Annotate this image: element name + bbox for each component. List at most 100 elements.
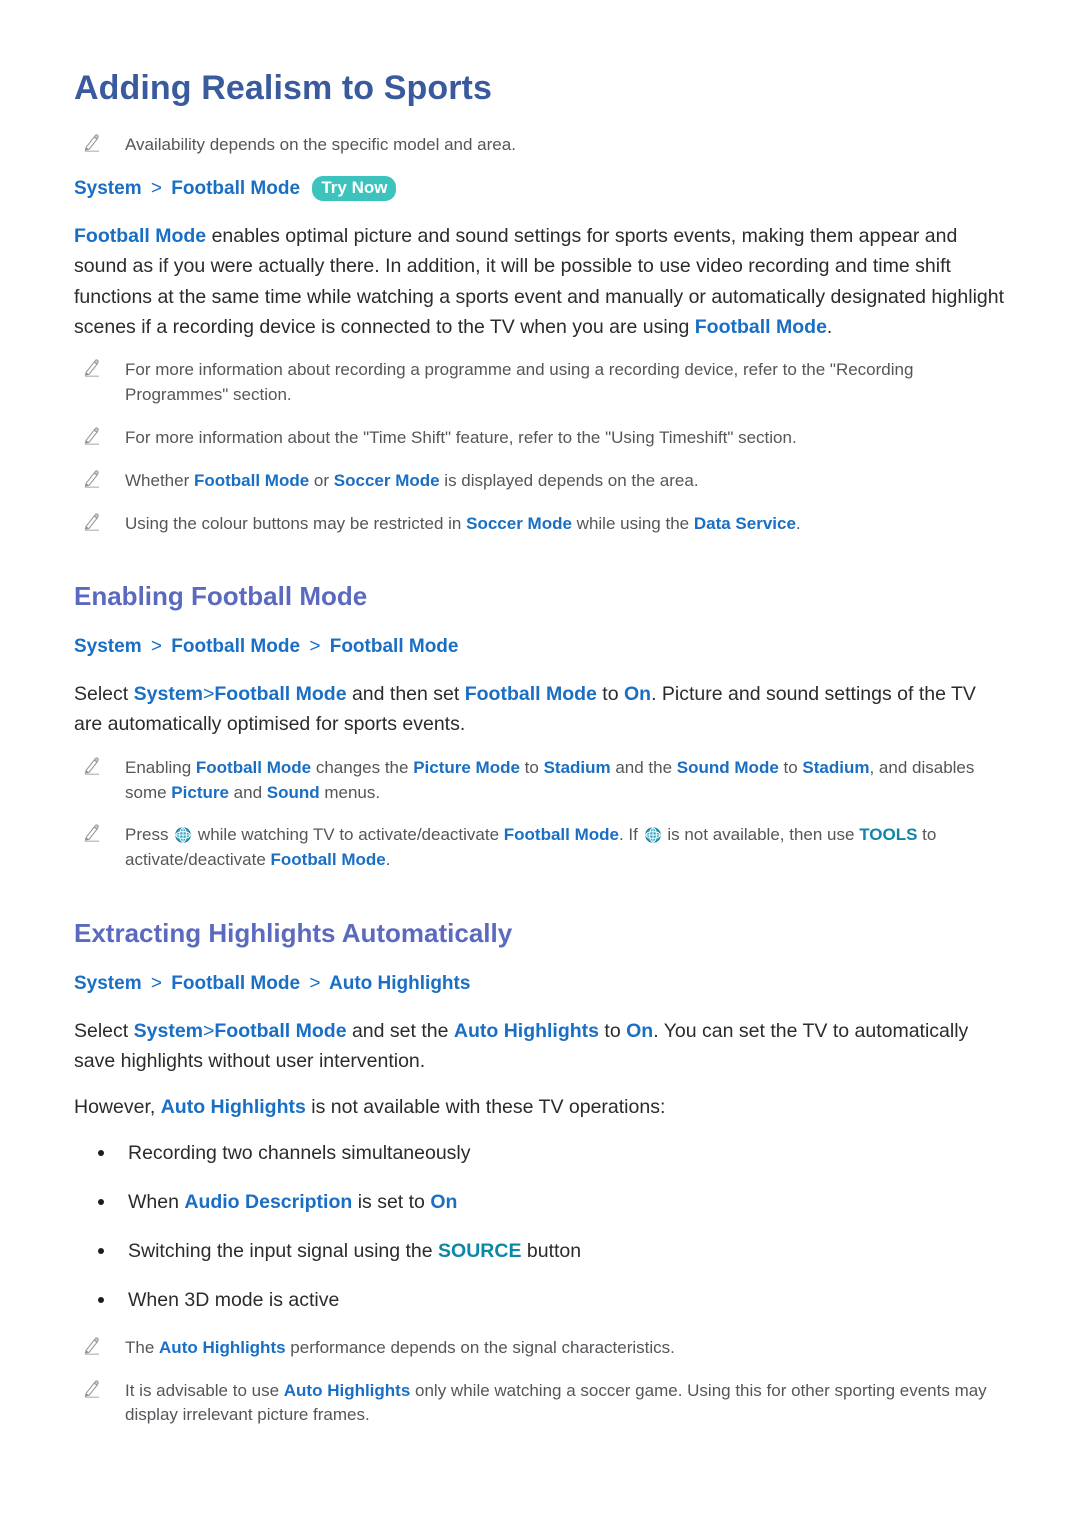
bullet-dot (98, 1198, 104, 1205)
keyword-football-mode: Football Mode (214, 1019, 347, 1042)
keyword-football-mode-2: Football Mode (694, 316, 827, 339)
chevron-right-separator: > (309, 972, 321, 994)
keyword-stadium: Stadium (802, 757, 870, 777)
note-text-part: while using the (571, 513, 694, 533)
keyword-soccer-mode: Soccer Mode (466, 513, 572, 533)
breadcrumb-item-system[interactable]: System (74, 178, 142, 199)
breadcrumb-item-football-mode-setting[interactable]: Football Mode (330, 636, 459, 657)
bullet-dot (98, 1297, 104, 1304)
intro-paragraph-text-1: enables optimal picture and sound settin… (74, 224, 1005, 339)
keyword-stadium: Stadium (543, 757, 611, 777)
note-text-part: . (795, 513, 801, 533)
note-text: For more information about the "Time Shi… (125, 428, 797, 448)
pencil-icon (83, 359, 101, 378)
section-heading-enabling-football-mode: Enabling Football Mode (74, 581, 368, 612)
note-press-ball-button: Press while watching TV to activate/deac… (74, 823, 1008, 873)
breadcrumb-intro: System > Football Mode Try Now (74, 176, 1008, 203)
breadcrumb-highlights: System > Football Mode > Auto Highlights (74, 971, 1008, 998)
text-part: menus. (319, 782, 381, 802)
text-part: is set to (352, 1190, 431, 1213)
note-football-or-soccer: Whether Football Mode or Soccer Mode is … (74, 469, 1008, 494)
note-recording-programmes: For more information about recording a p… (74, 358, 1008, 408)
list-item: Switching the input signal using the SOU… (74, 1237, 1008, 1266)
keyword-on: On (623, 682, 652, 705)
keyword-picture-mode: Picture Mode (413, 757, 520, 777)
chevron-right-separator: > (203, 1019, 215, 1042)
text-part: and the (610, 757, 677, 777)
text-part: to (596, 682, 624, 705)
intro-paragraph: Football Mode enables optimal picture an… (74, 221, 1008, 343)
note-availability-text: Availability depends on the specific mod… (125, 135, 516, 155)
keyword-football-mode: Football Mode (193, 470, 310, 490)
pencil-icon (83, 427, 101, 445)
text-part: When (128, 1190, 185, 1213)
text-part: button (521, 1240, 582, 1263)
chevron-right-separator: > (150, 972, 162, 994)
breadcrumb-item-football-mode[interactable]: Football Mode (171, 178, 300, 199)
keyword-auto-highlights: Auto Highlights (283, 1380, 411, 1400)
try-now-badge[interactable]: Try Now (312, 176, 397, 202)
text-part: . (385, 850, 391, 870)
pencil-icon (83, 824, 101, 843)
text-part: . If (618, 825, 643, 845)
breadcrumb-item-auto-highlights[interactable]: Auto Highlights (329, 973, 470, 994)
text-part: Select (74, 1019, 134, 1042)
keyword-auto-highlights: Auto Highlights (159, 1337, 286, 1357)
intro-paragraph-text-2: . (826, 316, 833, 339)
breadcrumb-item-football-mode[interactable]: Football Mode (171, 973, 300, 994)
pencil-icon (83, 757, 101, 775)
soccer-ball-icon (175, 826, 191, 844)
chevron-right-separator: > (150, 178, 162, 200)
keyword-system: System (133, 1019, 203, 1042)
note-colour-buttons: Using the colour buttons may be restrict… (74, 512, 1008, 537)
document-page: Adding Realism to Sports Availability de… (0, 0, 1080, 1527)
keyword-picture: Picture (171, 782, 229, 802)
note-auto-highlights-performance: The Auto Highlights performance depends … (74, 1336, 1008, 1361)
breadcrumb-enabling: System > Football Mode > Football Mode (74, 634, 1008, 661)
list-item: When 3D mode is active (74, 1286, 1008, 1315)
keyword-football-mode: Football Mode (74, 224, 207, 247)
note-text-part: is displayed depends on the area. (439, 470, 699, 490)
text-part: performance depends on the signal charac… (285, 1337, 675, 1357)
keyword-sound: Sound (266, 782, 320, 802)
text-part: Select (74, 682, 134, 705)
breadcrumb-item-system[interactable]: System (74, 636, 142, 657)
bullet-dot (98, 1248, 104, 1255)
note-text: For more information about recording a p… (125, 360, 914, 405)
pencil-icon (83, 470, 101, 488)
bullet-dot (98, 1149, 104, 1156)
text-part: and set the (346, 1019, 454, 1042)
chevron-right-separator: > (309, 636, 321, 658)
breadcrumb-item-system[interactable]: System (74, 973, 142, 994)
note-availability: Availability depends on the specific mod… (74, 133, 1008, 158)
keyword-football-mode: Football Mode (503, 825, 619, 845)
list-item: Recording two channels simultaneously (74, 1139, 1008, 1168)
chevron-right-separator: > (203, 682, 215, 705)
section-heading-extracting-highlights: Extracting Highlights Automatically (74, 918, 513, 949)
text-part: while watching TV to activate/deactivate (193, 825, 504, 845)
text-part: Enabling (125, 757, 196, 777)
text-part: and (228, 782, 267, 802)
pencil-icon (83, 1379, 101, 1398)
note-timeshift: For more information about the "Time Shi… (74, 426, 1008, 451)
highlights-paragraph: Select System>Football Mode and set the … (74, 1016, 1008, 1077)
keyword-source: SOURCE (438, 1240, 522, 1263)
soccer-ball-icon (644, 826, 661, 844)
note-text-part: Whether (125, 470, 194, 490)
text-part: Press (125, 825, 174, 845)
keyword-auto-highlights: Auto Highlights (160, 1096, 306, 1119)
keyword-on: On (430, 1190, 458, 1213)
unavailable-operations-list: Recording two channels simultaneously Wh… (74, 1139, 1008, 1316)
breadcrumb-item-football-mode[interactable]: Football Mode (171, 636, 300, 657)
pencil-icon (83, 1337, 101, 1355)
text-part: to (519, 757, 544, 777)
keyword-football-mode: Football Mode (195, 757, 312, 777)
text-part: changes the (311, 757, 414, 777)
keyword-system: System (133, 682, 203, 705)
text-part: Recording two channels simultaneously (128, 1141, 471, 1164)
page-title: Adding Realism to Sports (74, 69, 492, 107)
text-part: It is advisable to use (125, 1380, 284, 1400)
text-part: is not available with these TV operation… (305, 1096, 666, 1119)
keyword-on: On (626, 1019, 654, 1042)
note-text-part: Using the colour buttons may be restrict… (125, 513, 467, 533)
